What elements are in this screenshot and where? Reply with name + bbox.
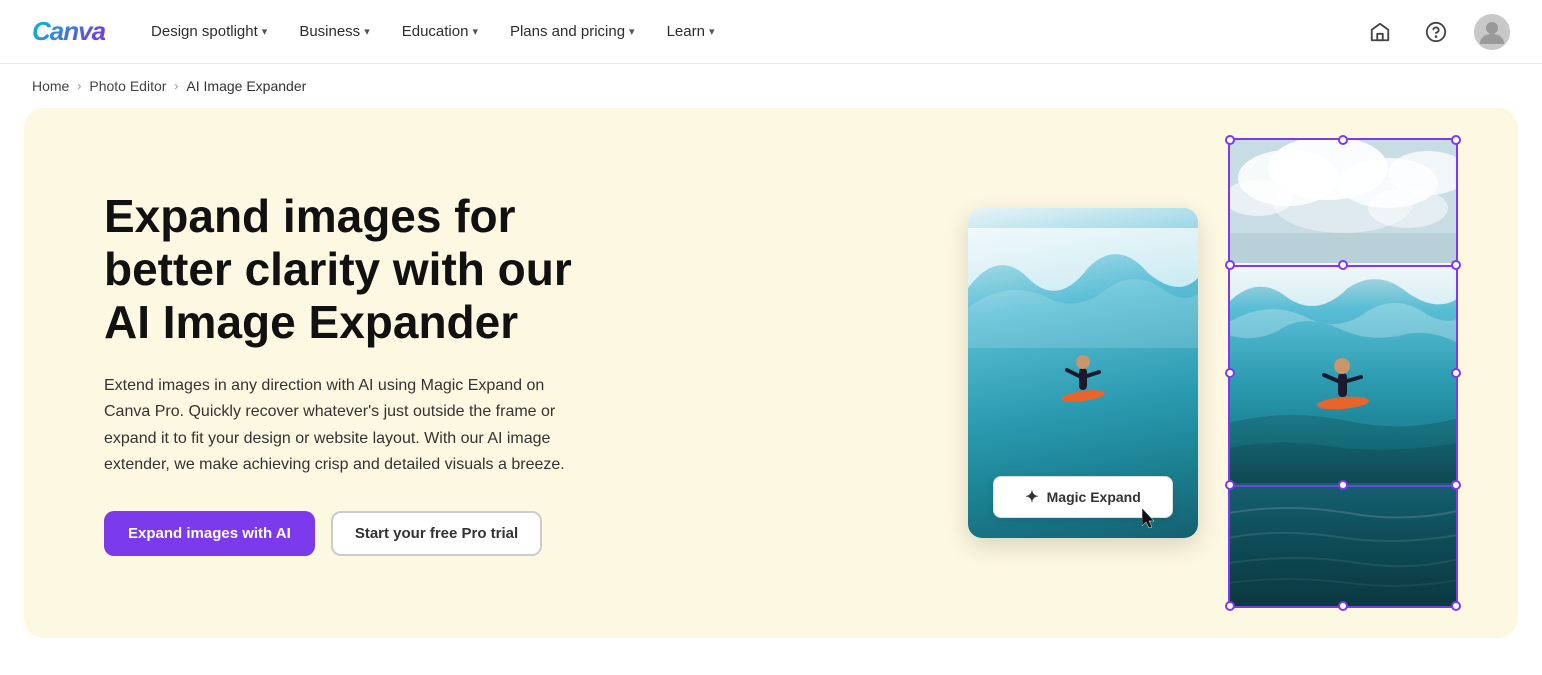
logo[interactable]: Canva (32, 16, 105, 47)
hero-content: Expand images for better clarity with ou… (104, 190, 624, 555)
hero-buttons: Expand images with AI Start your free Pr… (104, 511, 624, 556)
breadcrumb-photo-editor[interactable]: Photo Editor (89, 78, 166, 94)
breadcrumb: Home › Photo Editor › AI Image Expander (0, 64, 1542, 108)
nav-label: Education (402, 23, 469, 40)
wave-foam (968, 228, 1198, 348)
ocean-depth-art (1228, 483, 1458, 608)
expanded-image-card (1228, 138, 1458, 608)
hero-title: Expand images for better clarity with ou… (104, 190, 624, 349)
avatar[interactable] (1474, 14, 1510, 50)
breadcrumb-current: AI Image Expander (186, 78, 306, 94)
ocean-art (1228, 263, 1458, 483)
chevron-down-icon: ▾ (262, 25, 268, 38)
nav-label: Design spotlight (151, 23, 258, 40)
nav-links: Design spotlight ▾ Business ▾ Education … (137, 15, 1362, 48)
nav-label: Business (299, 23, 360, 40)
hero-images: ✦ Magic Expand (968, 108, 1458, 638)
magic-stars-icon: ✦ (1025, 487, 1038, 507)
nav-item-design-spotlight[interactable]: Design spotlight ▾ (137, 15, 281, 48)
expand-images-button[interactable]: Expand images with AI (104, 511, 315, 556)
nav-item-education[interactable]: Education ▾ (388, 15, 492, 48)
breadcrumb-home[interactable]: Home (32, 78, 69, 94)
nav-item-plans[interactable]: Plans and pricing ▾ (496, 15, 649, 48)
nav-label: Learn (667, 23, 705, 40)
chevron-down-icon: ▾ (364, 25, 370, 38)
chevron-down-icon: ▾ (709, 25, 715, 38)
user-icon (1474, 14, 1510, 50)
expanded-bottom-section (1228, 483, 1458, 608)
navbar-right (1362, 14, 1510, 50)
magic-expand-label: Magic Expand (1047, 489, 1141, 505)
breadcrumb-separator-2: › (174, 79, 178, 93)
original-image-card: ✦ Magic Expand (968, 208, 1198, 538)
navbar: Canva Design spotlight ▾ Business ▾ Educ… (0, 0, 1542, 64)
hero-section: Expand images for better clarity with ou… (24, 108, 1518, 638)
home-button[interactable] (1362, 14, 1398, 50)
expanded-mid-section (1228, 263, 1458, 483)
nav-item-business[interactable]: Business ▾ (285, 15, 383, 48)
cursor-icon (1142, 508, 1160, 530)
chevron-down-icon: ▾ (629, 25, 635, 38)
nav-label: Plans and pricing (510, 23, 625, 40)
sky-art (1228, 138, 1458, 263)
home-icon (1369, 21, 1391, 43)
hero-description: Extend images in any direction with AI u… (104, 373, 574, 479)
nav-item-learn[interactable]: Learn ▾ (653, 15, 729, 48)
chevron-down-icon: ▾ (472, 25, 478, 38)
canva-logo-text: Canva (32, 16, 105, 46)
expanded-top-section (1228, 138, 1458, 263)
pro-trial-button[interactable]: Start your free Pro trial (331, 511, 542, 556)
help-button[interactable] (1418, 14, 1454, 50)
breadcrumb-separator-1: › (77, 79, 81, 93)
help-icon (1425, 21, 1447, 43)
